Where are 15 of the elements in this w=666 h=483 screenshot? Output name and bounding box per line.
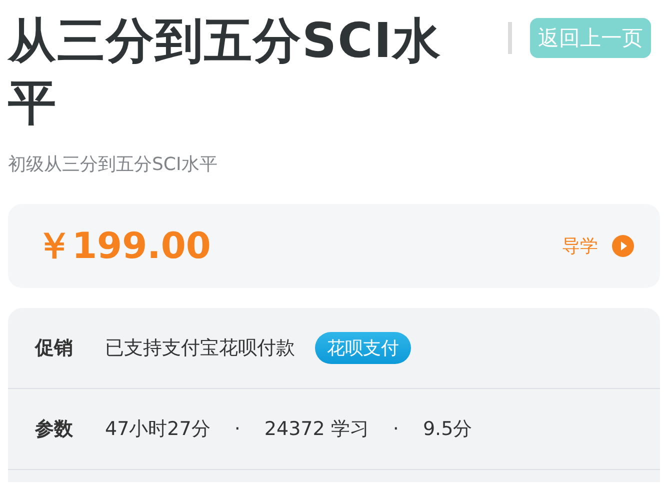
row-label: 参数 xyxy=(35,417,73,442)
guide-link[interactable]: 导学 xyxy=(562,234,634,258)
course-subtitle: 初级从三分到五分SCI水平 xyxy=(8,153,218,176)
param-value: 47小时27分 xyxy=(105,417,210,442)
param-value: 9.5分 xyxy=(422,417,472,442)
separator-dot: · xyxy=(392,418,399,440)
param-value: 24372 学习 xyxy=(264,417,369,442)
row-label: 促销 xyxy=(35,336,73,361)
payment-badge: 花呗支付 xyxy=(315,332,411,364)
play-icon xyxy=(612,235,634,257)
course-title: 从三分到五分SCI水平 xyxy=(8,12,443,133)
promo-text: 已支持支付宝花呗付款 xyxy=(105,336,295,361)
separator-dot: · xyxy=(234,418,240,440)
price: ￥199.00 xyxy=(36,224,211,268)
back-button[interactable]: 返回上一页 xyxy=(530,18,651,58)
